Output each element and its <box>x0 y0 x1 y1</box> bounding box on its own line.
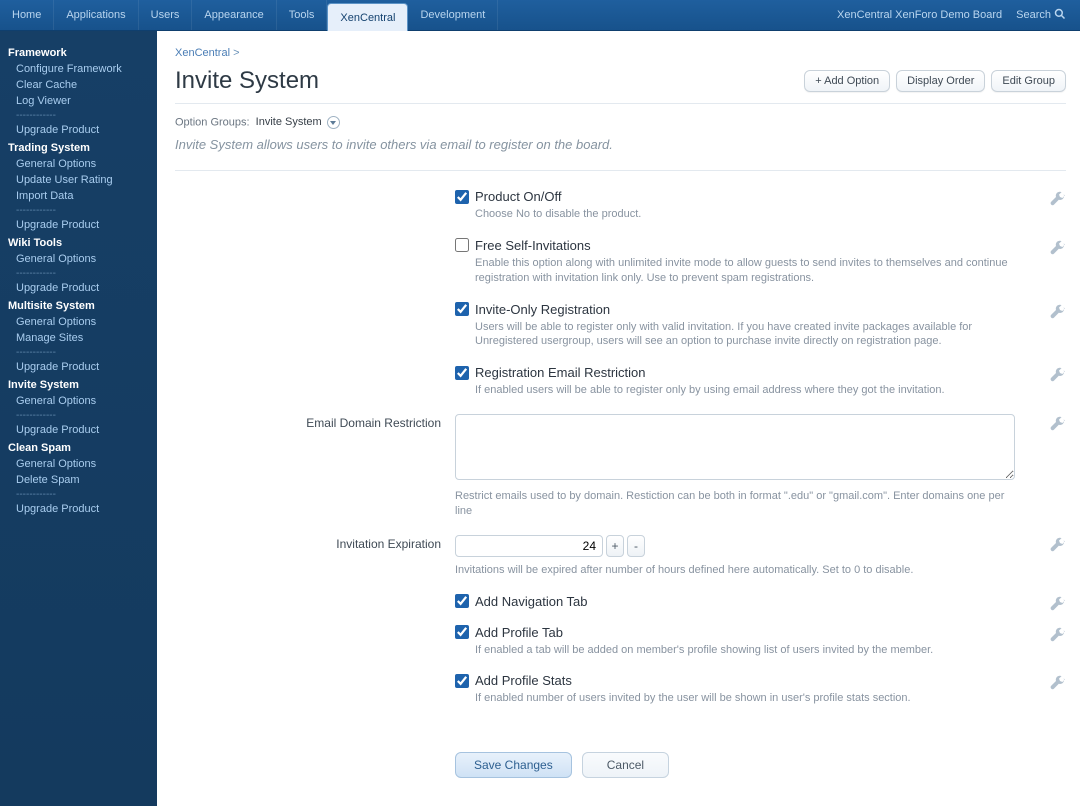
breadcrumb: XenCentral > <box>175 47 1066 59</box>
nav-tab-appearance[interactable]: Appearance <box>192 0 276 30</box>
spin-down-button[interactable]: - <box>627 535 645 557</box>
sidebar-divider: ------------ <box>0 109 157 122</box>
page-title: Invite System <box>175 67 319 95</box>
brand-label[interactable]: XenCentral XenForo Demo Board <box>837 0 1016 30</box>
add-profile-stats-checkbox[interactable] <box>455 674 469 688</box>
sidebar: FrameworkConfigure FrameworkClear CacheL… <box>0 31 157 806</box>
sidebar-item[interactable]: General Options <box>0 314 157 330</box>
intro-text: Invite System allows users to invite oth… <box>175 137 1066 171</box>
sidebar-group-title: Clean Spam <box>0 438 157 456</box>
nav-tab-development[interactable]: Development <box>408 0 498 30</box>
breadcrumb-root[interactable]: XenCentral <box>175 47 230 59</box>
sidebar-item[interactable]: Delete Spam <box>0 472 157 488</box>
reg-email-restriction-label: Registration Email Restriction <box>475 365 646 380</box>
add-profile-tab-label: Add Profile Tab <box>475 625 563 640</box>
nav-tab-tools[interactable]: Tools <box>277 0 328 30</box>
wrench-icon[interactable] <box>1050 537 1066 553</box>
wrench-icon[interactable] <box>1050 596 1066 612</box>
top-nav: HomeApplicationsUsersAppearanceToolsXenC… <box>0 0 1080 31</box>
sidebar-item[interactable]: Clear Cache <box>0 77 157 93</box>
reg-email-restriction-desc: If enabled users will be able to registe… <box>475 383 1015 398</box>
sidebar-divider: ------------ <box>0 346 157 359</box>
cancel-button[interactable]: Cancel <box>582 752 669 778</box>
sidebar-item[interactable]: Upgrade Product <box>0 217 157 233</box>
sidebar-group-title: Wiki Tools <box>0 233 157 251</box>
sidebar-item[interactable]: Upgrade Product <box>0 422 157 438</box>
sidebar-group-title: Multisite System <box>0 296 157 314</box>
wrench-icon[interactable] <box>1050 675 1066 691</box>
product-onoff-checkbox[interactable] <box>455 190 469 204</box>
sidebar-item[interactable]: Update User Rating <box>0 172 157 188</box>
free-self-desc: Enable this option along with unlimited … <box>475 256 1015 286</box>
add-profile-stats-desc: If enabled number of users invited by th… <box>475 691 1015 706</box>
sidebar-item[interactable]: Import Data <box>0 188 157 204</box>
sidebar-divider: ------------ <box>0 488 157 501</box>
add-profile-tab-checkbox[interactable] <box>455 625 469 639</box>
invitation-expiration-input[interactable] <box>455 535 603 557</box>
sidebar-item[interactable]: Upgrade Product <box>0 122 157 138</box>
wrench-icon[interactable] <box>1050 304 1066 320</box>
edit-group-button[interactable]: Edit Group <box>991 70 1066 92</box>
wrench-icon[interactable] <box>1050 416 1066 432</box>
add-nav-tab-checkbox[interactable] <box>455 594 469 608</box>
sidebar-divider: ------------ <box>0 267 157 280</box>
wrench-icon[interactable] <box>1050 191 1066 207</box>
display-order-button[interactable]: Display Order <box>896 70 985 92</box>
add-nav-tab-label: Add Navigation Tab <box>475 594 588 609</box>
nav-tab-users[interactable]: Users <box>139 0 193 30</box>
sidebar-item[interactable]: Upgrade Product <box>0 280 157 296</box>
sidebar-item[interactable]: Upgrade Product <box>0 501 157 517</box>
sidebar-item[interactable]: General Options <box>0 251 157 267</box>
free-self-checkbox[interactable] <box>455 238 469 252</box>
spin-up-button[interactable]: + <box>606 535 624 557</box>
sidebar-item[interactable]: Configure Framework <box>0 61 157 77</box>
invitation-expiration-label: Invitation Expiration <box>175 535 455 578</box>
sidebar-divider: ------------ <box>0 409 157 422</box>
sidebar-item[interactable]: Log Viewer <box>0 93 157 109</box>
main-content: XenCentral > Invite System + Add Option … <box>157 31 1080 806</box>
email-domain-textarea[interactable] <box>455 414 1015 480</box>
search-icon <box>1054 8 1066 23</box>
sidebar-item[interactable]: General Options <box>0 393 157 409</box>
search-link[interactable]: Search <box>1016 0 1080 30</box>
option-groups-selected[interactable]: Invite System <box>256 116 322 128</box>
sidebar-item[interactable]: Upgrade Product <box>0 359 157 375</box>
free-self-label: Free Self-Invitations <box>475 238 591 253</box>
sidebar-item[interactable]: General Options <box>0 156 157 172</box>
wrench-icon[interactable] <box>1050 240 1066 256</box>
nav-tab-home[interactable]: Home <box>0 0 54 30</box>
save-button[interactable]: Save Changes <box>455 752 572 778</box>
wrench-icon[interactable] <box>1050 627 1066 643</box>
invite-only-desc: Users will be able to register only with… <box>475 320 1015 350</box>
sidebar-item[interactable]: Manage Sites <box>0 330 157 346</box>
sidebar-group-title: Invite System <box>0 375 157 393</box>
chevron-down-icon[interactable] <box>327 116 340 129</box>
email-domain-label: Email Domain Restriction <box>175 414 455 519</box>
sidebar-group-title: Framework <box>0 43 157 61</box>
reg-email-restriction-checkbox[interactable] <box>455 366 469 380</box>
add-profile-tab-desc: If enabled a tab will be added on member… <box>475 643 1015 658</box>
add-profile-stats-label: Add Profile Stats <box>475 673 572 688</box>
sidebar-group-title: Trading System <box>0 138 157 156</box>
wrench-icon[interactable] <box>1050 367 1066 383</box>
nav-tab-xencentral[interactable]: XenCentral <box>327 3 408 31</box>
nav-tab-applications[interactable]: Applications <box>54 0 138 30</box>
email-domain-hint: Restrict emails used to by domain. Resti… <box>455 489 1015 519</box>
invite-only-label: Invite-Only Registration <box>475 302 610 317</box>
product-onoff-label: Product On/Off <box>475 189 561 204</box>
invitation-expiration-hint: Invitations will be expired after number… <box>455 563 1015 578</box>
option-groups-row: Option Groups: Invite System <box>175 116 1066 129</box>
invite-only-checkbox[interactable] <box>455 302 469 316</box>
sidebar-item[interactable]: General Options <box>0 456 157 472</box>
add-option-button[interactable]: + Add Option <box>804 70 890 92</box>
product-onoff-desc: Choose No to disable the product. <box>475 207 1015 222</box>
sidebar-divider: ------------ <box>0 204 157 217</box>
